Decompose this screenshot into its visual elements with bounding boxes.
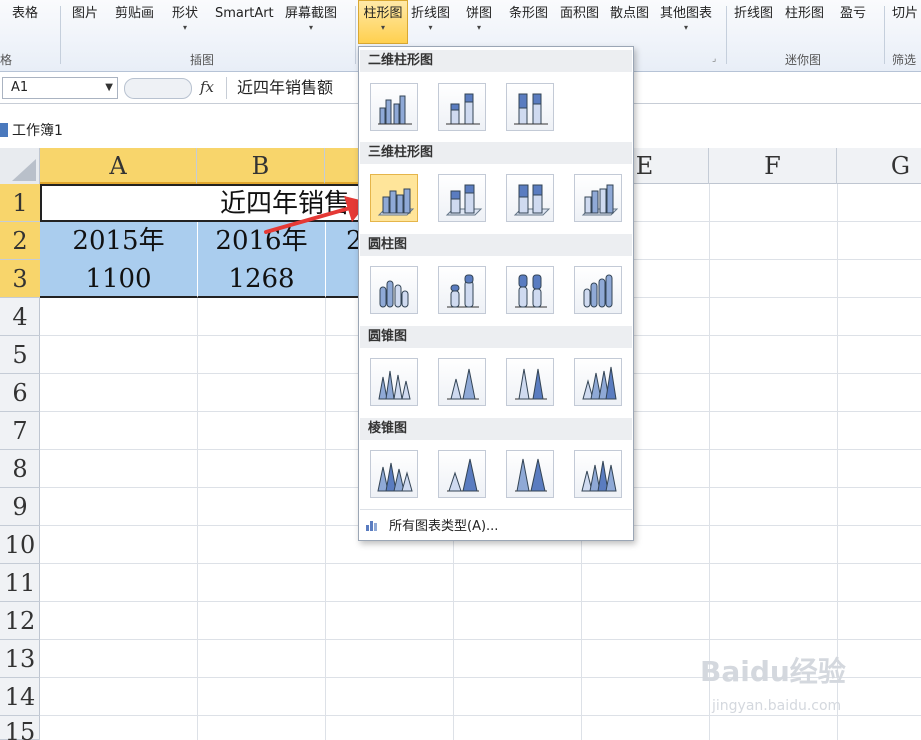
cell-b3[interactable]: 1268 [197,260,325,298]
chevron-down-icon: ▾ [380,23,385,32]
watermark-logo: Baidu经验 [700,655,846,688]
row-header-3[interactable]: 3 [0,260,40,298]
stacked-cone-icon[interactable] [438,358,486,406]
percent-stacked-pyramid-icon[interactable] [506,450,554,498]
row-headers: 1 2 3 4 5 6 7 8 9 10 11 12 13 14 15 [0,184,40,740]
column-chart-button[interactable]: 柱形图 ▾ [358,0,408,44]
table-button[interactable]: 表格 [12,4,38,40]
formula-bar-splitter[interactable] [124,78,192,99]
sparkline-winloss-button[interactable]: 盈亏 [840,4,866,40]
stacked-column-2d-icon[interactable] [438,83,486,131]
3d-cone-icon[interactable] [574,358,622,406]
other-charts-button[interactable]: 其他图表 ▾ [660,4,712,40]
row-header-14[interactable]: 14 [0,678,40,716]
sparkline-line-button[interactable]: 折线图 [734,4,773,40]
cell-a3[interactable]: 1100 [40,260,197,298]
clustered-pyramid-icon[interactable] [370,450,418,498]
screenshot-button[interactable]: 屏幕截图 ▾ [285,4,337,40]
chevron-down-icon[interactable]: ▼ [105,78,113,98]
scatter-chart-button[interactable]: 散点图 [610,4,649,40]
clustered-column-2d-icon[interactable] [370,83,418,131]
column-header-g[interactable]: G [837,148,921,184]
chevron-down-icon: ▾ [183,23,188,32]
3d-column-icon[interactable] [574,174,622,222]
column-header-b[interactable]: B [197,148,325,184]
3d-cylinder-icon[interactable] [574,266,622,314]
group-label-tables: 格 [0,53,13,67]
row-header-9[interactable]: 9 [0,488,40,526]
column-chart-gallery: 二维柱形图 三维柱形图 圆柱图 圆锥图 棱锥图 所有图表类型(A)... [358,46,634,541]
group-separator [355,6,356,64]
cell-c3[interactable] [325,260,360,298]
all-chart-types-menu-item[interactable]: 所有图表类型(A)... [365,515,498,534]
group-label-sparklines: 迷你图 [785,53,822,67]
row-header-2[interactable]: 2 [0,222,40,260]
clipart-button[interactable]: 剪贴画 [115,4,154,40]
section-2d-column: 二维柱形图 [360,50,632,72]
section-pyramid: 棱锥图 [360,418,632,440]
row-header-1[interactable]: 1 [0,184,40,222]
stacked-pyramid-icon[interactable] [438,450,486,498]
column-header-a[interactable]: A [40,148,197,184]
picture-button[interactable]: 图片 [72,4,98,40]
row-header-10[interactable]: 10 [0,526,40,564]
all-chart-types-label: 所有图表类型(A)... [389,519,499,534]
bar-chart-button[interactable]: 条形图 [509,4,548,40]
section-cone: 圆锥图 [360,326,632,348]
row-header-4[interactable]: 4 [0,298,40,336]
pie-chart-button[interactable]: 饼图 ▾ [466,4,492,40]
group-separator [726,6,727,64]
row-header-13[interactable]: 13 [0,640,40,678]
group-label-illustrations: 插图 [190,53,215,67]
percent-stacked-column-2d-icon[interactable] [506,83,554,131]
clustered-cone-icon[interactable] [370,358,418,406]
chevron-down-icon: ▾ [477,23,482,32]
group-separator [884,6,885,64]
column-header-f[interactable]: F [709,148,837,184]
group-label-filter: 筛选 [892,53,917,67]
shapes-button[interactable]: 形状 ▾ [172,4,198,40]
workbook-icon [0,123,8,137]
stacked-cylinder-icon[interactable] [438,266,486,314]
stacked-column-3d-icon[interactable] [438,174,486,222]
name-box-value: A1 [11,80,29,95]
annotation-arrow-icon [264,196,368,234]
percent-stacked-cone-icon[interactable] [506,358,554,406]
dialog-launcher-icon[interactable]: ⌟ [712,54,716,64]
row-header-6[interactable]: 6 [0,374,40,412]
area-chart-button[interactable]: 面积图 [560,4,599,40]
sparkline-column-button[interactable]: 柱形图 [785,4,824,40]
slicer-button[interactable]: 切片 [892,4,918,40]
row-header-15[interactable]: 15 [0,716,40,740]
select-all-button[interactable] [0,148,40,184]
workbook-title: 工作簿1 [12,123,63,139]
insert-function-icon[interactable]: fx [200,78,214,96]
smartart-button[interactable]: SmartArt [215,4,274,40]
line-chart-button[interactable]: 折线图 ▾ [411,4,450,40]
name-box[interactable]: A1 ▼ [2,77,118,99]
cell-a2[interactable]: 2015年 [40,222,197,260]
excel-window: 表格 格 图片 剪贴画 形状 ▾ SmartArt 屏幕截图 ▾ 插图 柱形图 ▾ 折… [0,0,921,740]
group-separator [60,6,61,64]
row-header-5[interactable]: 5 [0,336,40,374]
chevron-down-icon: ▾ [309,23,314,32]
row-header-7[interactable]: 7 [0,412,40,450]
chevron-down-icon: ▾ [428,23,433,32]
workbook-tab[interactable]: 工作簿1 [0,120,63,140]
chart-icon [366,521,377,531]
section-cylinder: 圆柱图 [360,234,632,256]
percent-stacked-cylinder-icon[interactable] [506,266,554,314]
chevron-down-icon: ▾ [684,23,689,32]
section-3d-column: 三维柱形图 [360,142,632,164]
row-header-12[interactable]: 12 [0,602,40,640]
divider [360,509,632,510]
3d-pyramid-icon[interactable] [574,450,622,498]
percent-stacked-column-3d-icon[interactable] [506,174,554,222]
row-header-8[interactable]: 8 [0,450,40,488]
clustered-column-3d-icon[interactable] [370,174,418,222]
row-header-11[interactable]: 11 [0,564,40,602]
watermark-url: jingyan.baidu.com [712,698,842,714]
clustered-cylinder-icon[interactable] [370,266,418,314]
